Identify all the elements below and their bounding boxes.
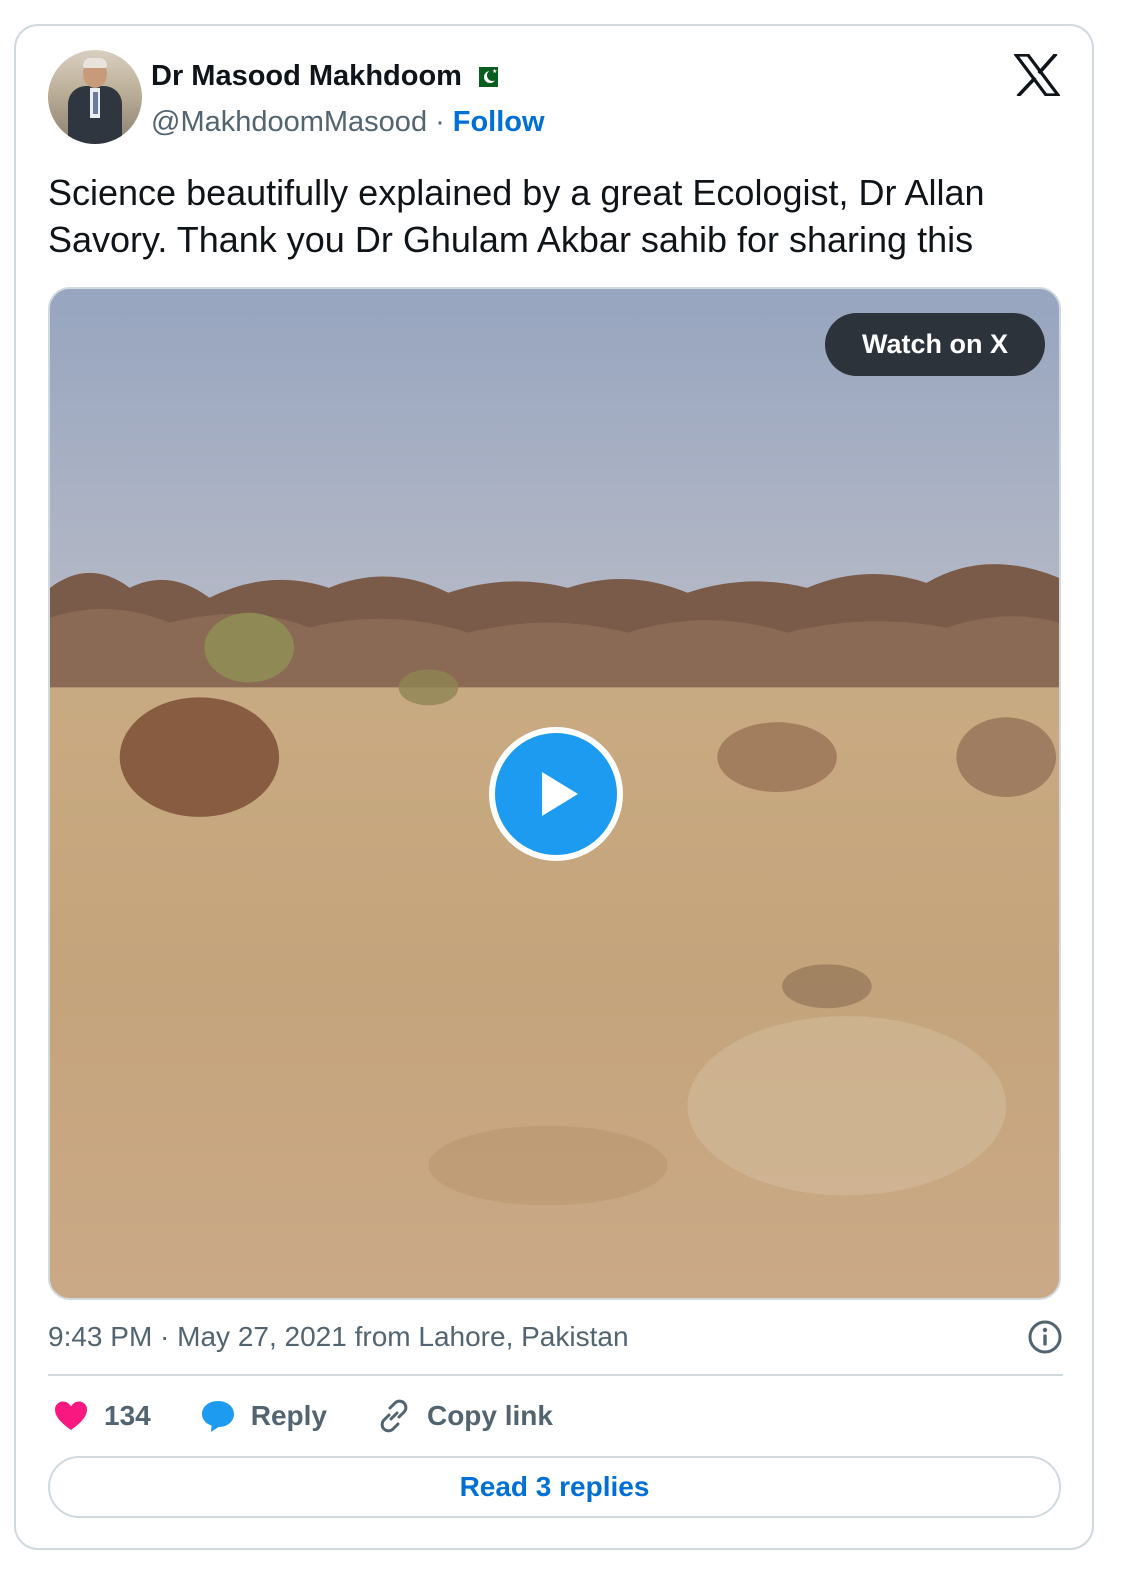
reply-label: Reply: [250, 1400, 327, 1431]
follow-button[interactable]: Follow: [453, 106, 545, 139]
speech-bubble-icon: [201, 1401, 234, 1432]
copy-link-label: Copy link: [426, 1400, 553, 1431]
tweet-card: Dr Masood Makhdoom ★ @MakhdoomMasood · F…: [14, 24, 1094, 1550]
play-icon: [542, 772, 578, 816]
video-player[interactable]: Watch on X: [48, 287, 1061, 1300]
link-icon: [380, 1399, 408, 1433]
timestamp[interactable]: 9:43 PM · May 27, 2021 from Lahore, Paki…: [48, 1321, 629, 1353]
author-name[interactable]: Dr Masood Makhdoom: [151, 60, 462, 93]
action-bar: 134 Reply Copy link: [52, 1394, 601, 1438]
reply-button[interactable]: Reply: [199, 1397, 327, 1435]
read-replies-button[interactable]: Read 3 replies: [48, 1456, 1061, 1518]
tweet-meta: 9:43 PM · May 27, 2021 from Lahore, Paki…: [48, 1319, 1063, 1355]
like-button[interactable]: 134: [52, 1397, 151, 1435]
author-handle-row: @MakhdoomMasood · Follow: [151, 106, 545, 139]
avatar[interactable]: [48, 50, 142, 144]
tweet-text: Science beautifully explained by a great…: [48, 172, 985, 260]
like-count: 134: [104, 1400, 151, 1431]
play-button[interactable]: [489, 727, 623, 861]
author-handle[interactable]: @MakhdoomMasood: [151, 106, 427, 139]
heart-icon: [55, 1401, 87, 1430]
info-icon[interactable]: [1027, 1319, 1063, 1355]
watch-on-x-button[interactable]: Watch on X: [825, 313, 1045, 376]
pakistan-flag-icon: ★: [471, 66, 498, 87]
author-name-row: Dr Masood Makhdoom ★: [151, 60, 498, 93]
separator-dot: ·: [435, 106, 445, 138]
copy-link-button[interactable]: Copy link: [375, 1397, 553, 1435]
divider: [48, 1374, 1063, 1376]
x-logo-icon[interactable]: [1014, 54, 1060, 96]
